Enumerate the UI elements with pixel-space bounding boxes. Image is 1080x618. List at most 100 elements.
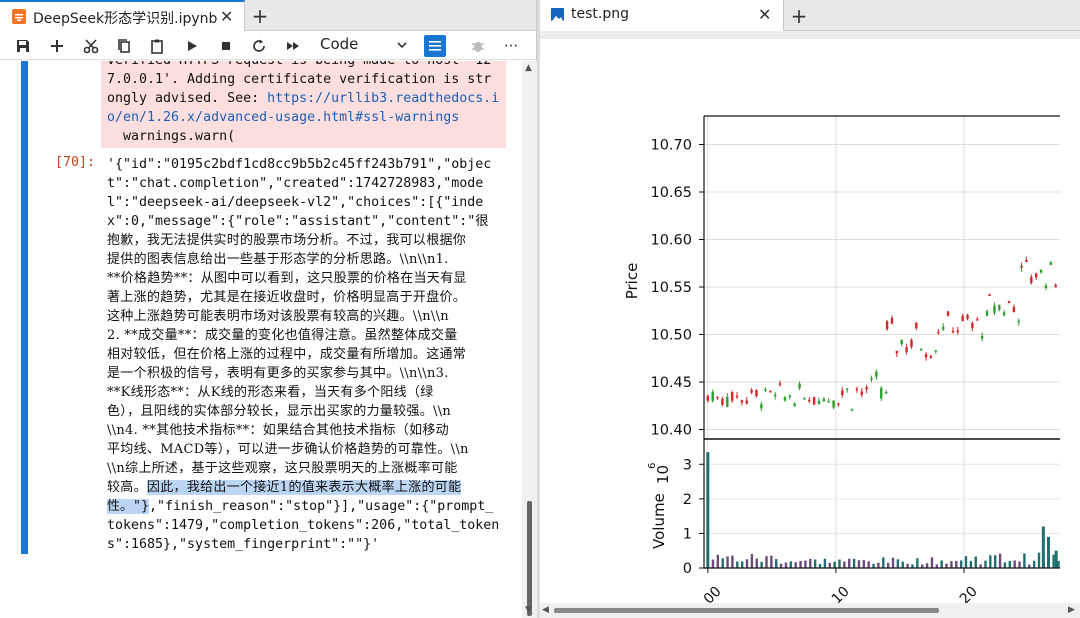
volume-bar xyxy=(721,558,724,568)
volume-bar xyxy=(1013,560,1016,568)
volume-bar xyxy=(794,562,797,568)
docs-link[interactable]: o/en/1.26.x/advanced-usage.html#ssl-warn… xyxy=(107,108,459,127)
output-line: 抱歉，我无法提供实时的股票市场分析。不过，我可以根据你 xyxy=(107,233,467,248)
new-tab-button[interactable]: + xyxy=(245,0,275,31)
candle-body xyxy=(919,349,923,351)
new-tab-button[interactable]: + xyxy=(784,0,814,31)
notebook-tab[interactable]: DeepSeek形态学识别.ipynb ✕ xyxy=(0,0,245,31)
docs-link[interactable]: https://urllib3.readthedocs.i xyxy=(267,91,499,106)
candle-body xyxy=(1034,273,1038,278)
volume-bar xyxy=(823,558,827,568)
volume-bar xyxy=(882,557,885,568)
volume-bar xyxy=(857,560,861,568)
chevron-down-icon xyxy=(396,35,408,55)
volume-bar xyxy=(804,560,807,568)
volume-tick-label: 1 xyxy=(683,526,692,542)
save-icon[interactable] xyxy=(12,35,34,57)
figure-top-edge xyxy=(540,31,1080,39)
selected-text: "} xyxy=(133,499,150,514)
candle-body xyxy=(934,350,937,352)
table-of-contents-icon[interactable] xyxy=(424,35,446,57)
volume-bar xyxy=(974,556,977,568)
candle-body xyxy=(929,356,933,359)
candle-body xyxy=(1030,276,1033,284)
candle-body xyxy=(735,395,739,398)
cut-icon[interactable] xyxy=(80,35,102,57)
output-line: 相对较低，但在价格上涨的过程中，成交量有所增加。这通常 xyxy=(107,347,467,362)
scrollbar-thumb[interactable] xyxy=(554,608,939,613)
candle-body xyxy=(988,294,991,296)
scrollbar-thumb[interactable] xyxy=(527,501,532,616)
notebook-toolbar: Code ··· xyxy=(0,31,536,60)
output-line: 提供的图表信息给出一些基于形态学的分析思路。\\n\\n1. xyxy=(107,252,449,267)
volume-bar xyxy=(867,561,870,568)
candle-body xyxy=(793,403,796,407)
close-icon[interactable]: ✕ xyxy=(758,5,771,24)
candle-body xyxy=(764,389,767,391)
candle-body xyxy=(721,398,724,405)
candle-body xyxy=(774,394,777,397)
candle-body xyxy=(1007,301,1011,304)
volume-bar xyxy=(1037,552,1041,568)
volume-scale-exponent: 6 xyxy=(647,463,658,469)
close-icon[interactable]: ✕ xyxy=(220,7,233,26)
figure-background xyxy=(540,31,1080,603)
volume-bar xyxy=(872,563,875,568)
volume-bar xyxy=(930,557,934,568)
candle-body xyxy=(750,390,753,393)
candle-body xyxy=(998,305,1001,310)
candle-body xyxy=(961,316,964,321)
candle-body xyxy=(885,321,889,330)
more-options-icon[interactable]: ··· xyxy=(500,35,522,57)
debugger-icon[interactable] xyxy=(467,35,489,57)
scroll-left-icon[interactable]: ◀ xyxy=(542,605,549,615)
volume-bar xyxy=(955,560,958,568)
scroll-up-icon[interactable]: ▲ xyxy=(525,63,532,73)
cell-type-select[interactable]: Code xyxy=(320,35,412,56)
volume-bar xyxy=(950,561,953,568)
horizontal-scrollbar[interactable]: ◀ ▶ xyxy=(540,603,1080,618)
volume-bar xyxy=(838,559,841,568)
volume-bar xyxy=(969,560,973,568)
stop-icon[interactable] xyxy=(215,35,237,57)
volume-bar xyxy=(711,559,715,568)
volume-bar xyxy=(706,452,710,568)
candle-body xyxy=(706,395,710,401)
stderr-output: verified HTTPS request is being made to … xyxy=(101,61,506,148)
selected-text: 性。 xyxy=(107,499,134,514)
notebook-content: verified HTTPS request is being made to … xyxy=(0,61,522,618)
output-text: ,"finish_reason":"stop"}],"usage":{"prom… xyxy=(149,499,494,514)
vertical-scrollbar[interactable]: ▲ ▼ xyxy=(522,61,537,618)
price-tick-label: 10.45 xyxy=(650,375,692,391)
volume-bar xyxy=(745,559,749,568)
output-text: 较高。 xyxy=(107,480,147,495)
copy-icon[interactable] xyxy=(113,35,135,57)
run-icon[interactable] xyxy=(181,35,203,57)
scroll-right-icon[interactable]: ▶ xyxy=(1068,605,1075,615)
candle-body xyxy=(841,390,844,396)
candle-body xyxy=(865,386,868,390)
paste-icon[interactable] xyxy=(146,35,168,57)
image-tab[interactable]: test.png ✕ xyxy=(540,0,784,31)
volume-bar xyxy=(906,563,909,568)
output-line: **价格趋势**：从图中可以看到，这只股票的价格在当天有显 xyxy=(107,271,467,286)
scroll-down-icon[interactable]: ▼ xyxy=(525,605,532,615)
volume-bar xyxy=(925,563,929,568)
candle-body xyxy=(956,330,960,333)
candle-body xyxy=(937,331,940,334)
price-axis-label: Price xyxy=(623,263,641,300)
candle-body xyxy=(798,383,801,389)
candle-body xyxy=(817,400,821,405)
candle-body xyxy=(870,378,873,380)
volume-bar xyxy=(1054,550,1058,568)
candle-body xyxy=(1054,284,1057,288)
candle-body xyxy=(985,311,989,316)
candle-body xyxy=(827,401,830,403)
add-cell-icon[interactable] xyxy=(46,35,68,57)
restart-icon[interactable] xyxy=(248,35,270,57)
fast-forward-icon[interactable] xyxy=(282,35,304,57)
volume-bar xyxy=(1008,560,1012,568)
volume-bar xyxy=(959,560,963,568)
candle-body xyxy=(884,391,888,394)
candle-body xyxy=(860,391,863,395)
